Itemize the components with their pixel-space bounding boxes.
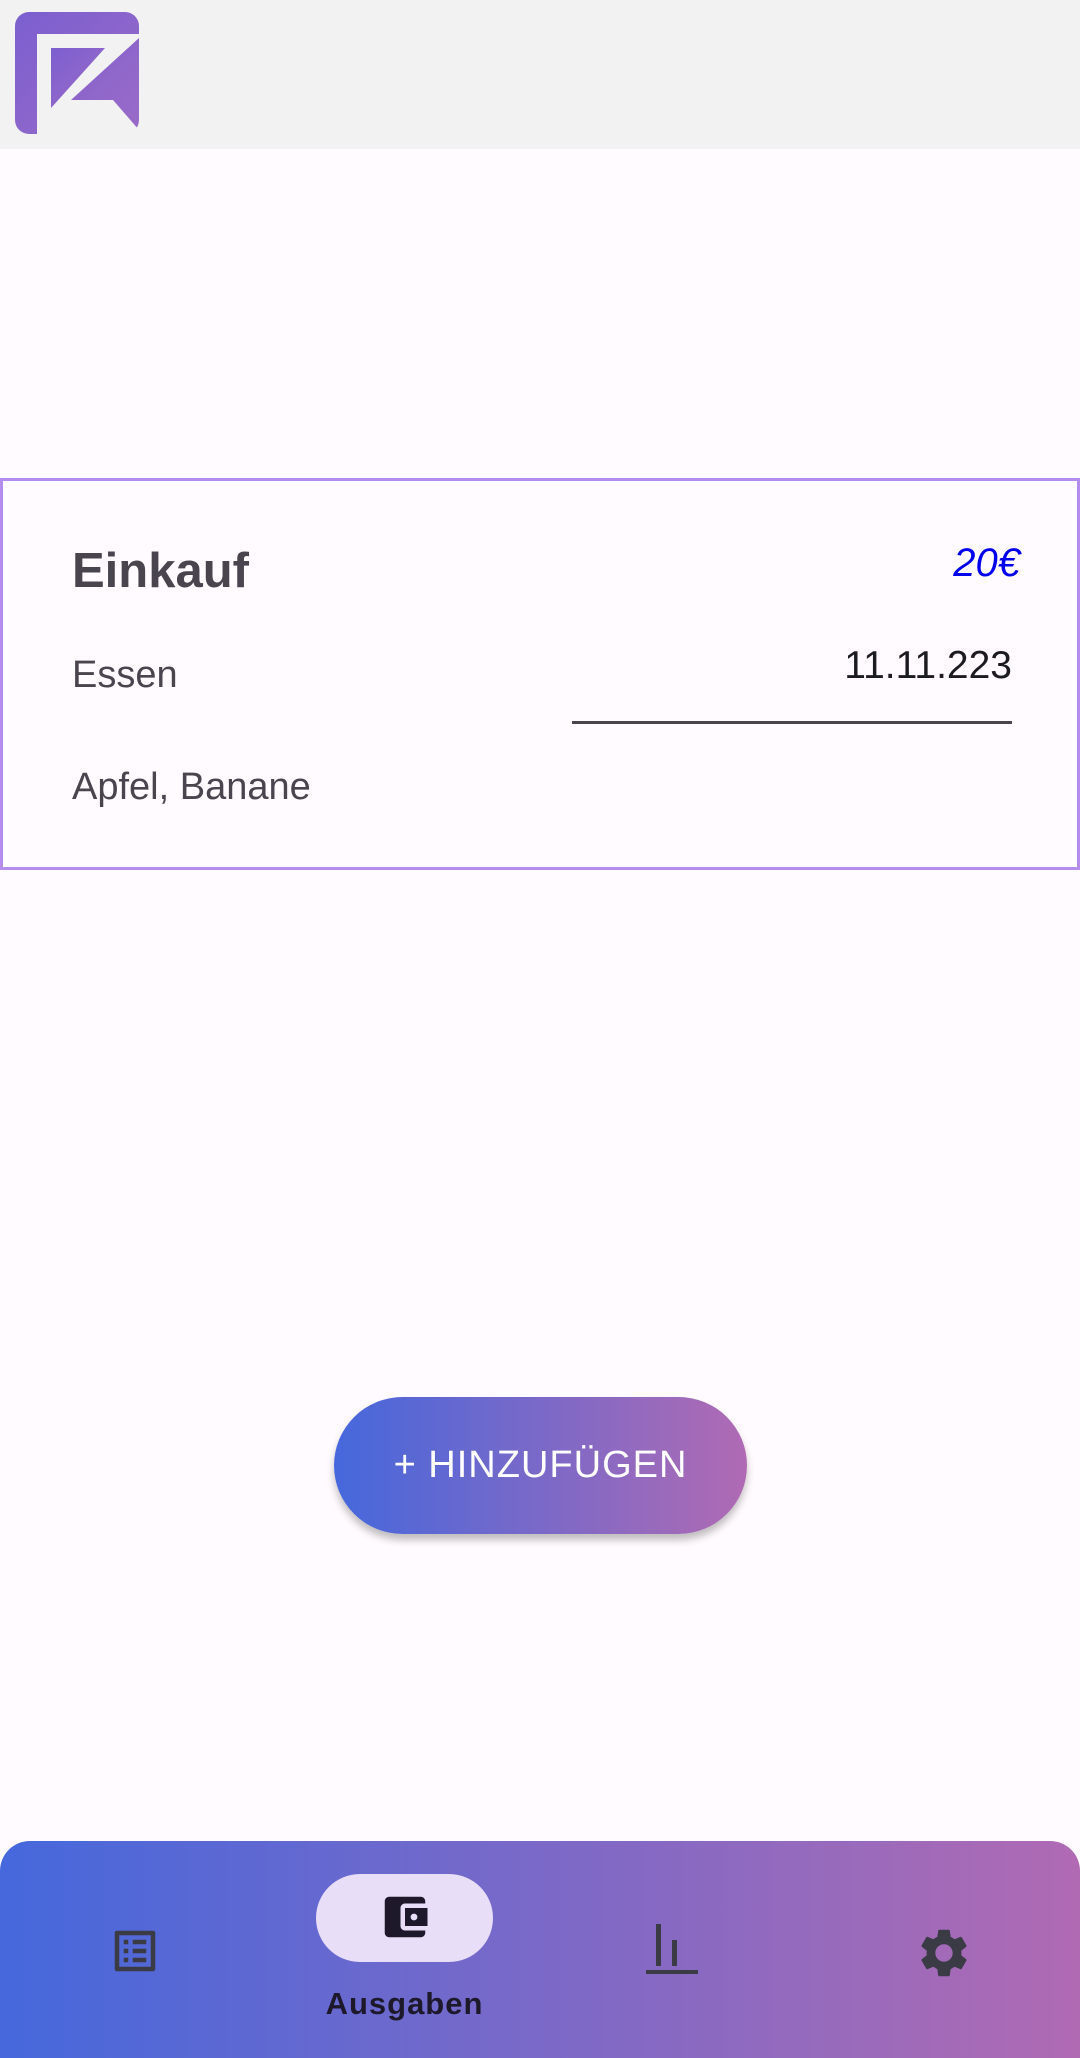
gear-icon[interactable] xyxy=(915,1924,973,1982)
nav-item-ausgaben-label[interactable]: Ausgaben xyxy=(316,1984,493,2024)
expense-category: Essen xyxy=(72,654,178,696)
expense-date-field[interactable] xyxy=(572,630,1012,724)
top-app-bar xyxy=(0,0,1080,149)
expense-amount: 20€ xyxy=(953,541,1020,585)
add-expense-button[interactable]: + HINZUFÜGEN xyxy=(334,1397,747,1534)
list-icon[interactable] xyxy=(108,1924,162,1978)
expense-title: Einkauf xyxy=(72,544,249,598)
app-logo-icon[interactable] xyxy=(15,12,139,134)
expense-description: Apfel, Banane xyxy=(72,766,311,808)
bar-chart-icon[interactable] xyxy=(642,1918,702,1978)
wallet-icon[interactable] xyxy=(378,1890,432,1944)
